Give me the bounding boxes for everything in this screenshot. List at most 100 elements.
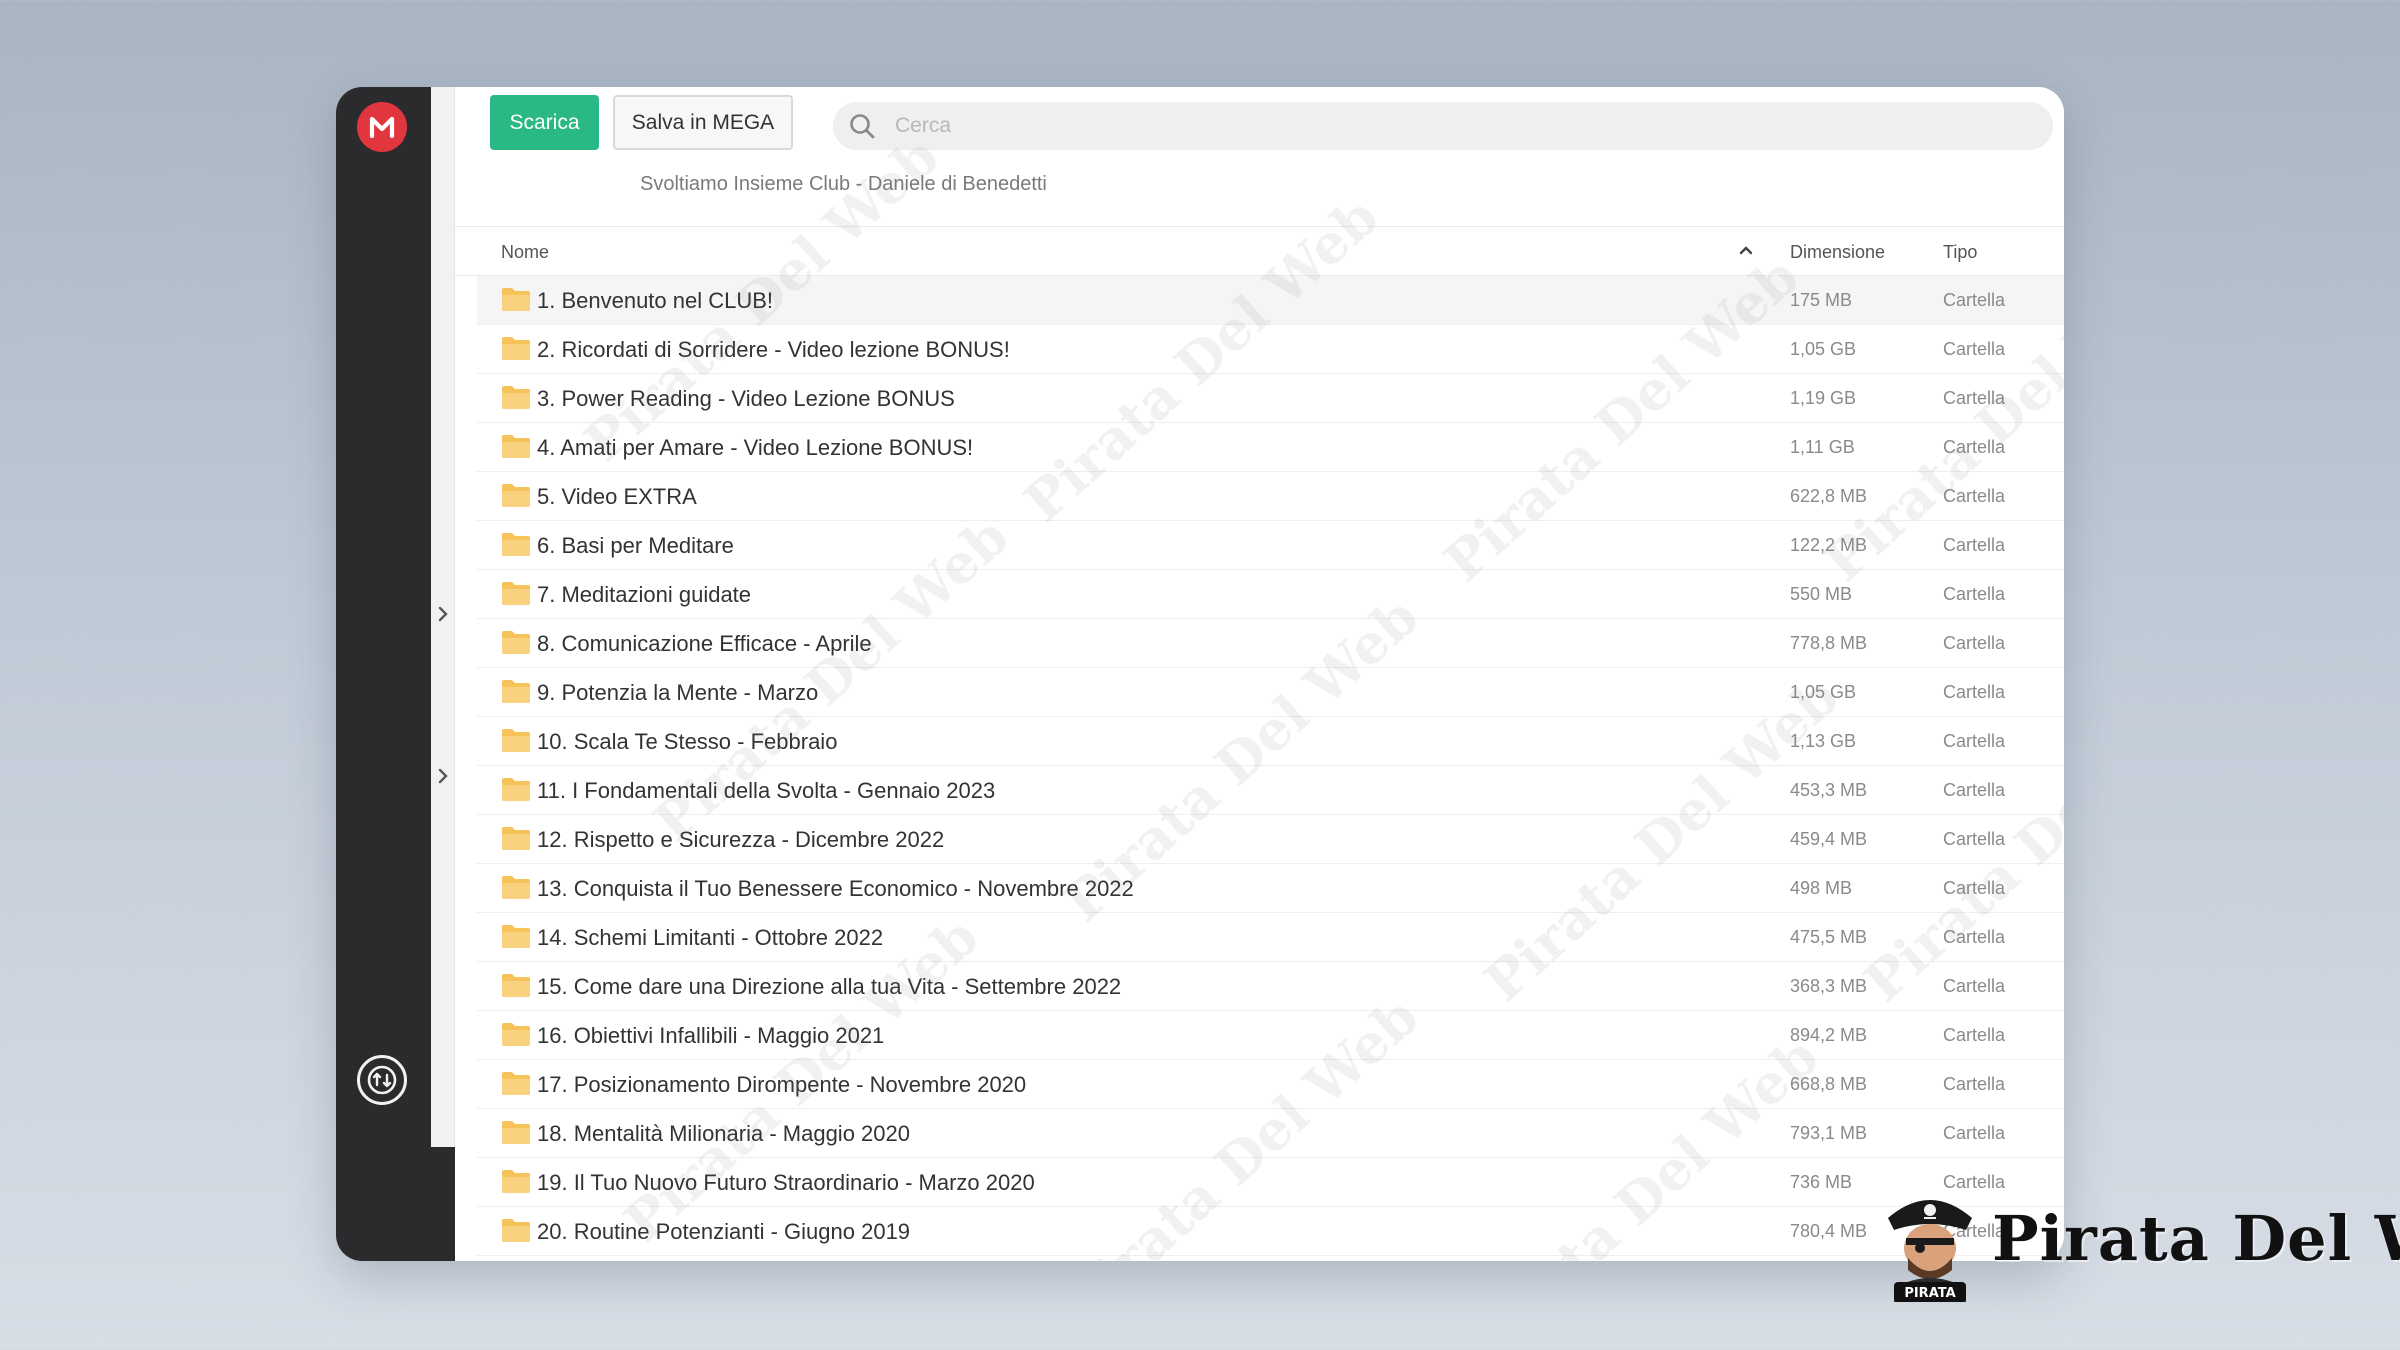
- table-row[interactable]: 15. Come dare una Direzione alla tua Vit…: [477, 962, 2064, 1011]
- row-type: Cartella: [1943, 976, 2006, 996]
- folder-icon: [502, 680, 530, 703]
- table-row[interactable]: 14. Schemi Limitanti - Ottobre 2022 475,5…: [477, 913, 2064, 962]
- search-bar[interactable]: [833, 102, 2053, 150]
- row-size: 475,5 MB: [1790, 927, 1868, 947]
- chevron-right-icon[interactable]: [433, 604, 453, 624]
- breadcrumb[interactable]: Svoltiamo Insieme Club - Daniele di Bene…: [640, 173, 1047, 196]
- table-row[interactable]: 7. Meditazioni guidate 550 MB Cartella: [477, 570, 2064, 619]
- folder-icon: [502, 631, 530, 654]
- mega-logo-icon[interactable]: [357, 102, 407, 152]
- download-button[interactable]: Scarica: [490, 95, 599, 150]
- table-row[interactable]: 13. Conquista il Tuo Benessere Economico…: [477, 864, 2064, 913]
- column-header-size[interactable]: Dimensione: [1790, 242, 1885, 263]
- row-size: 894,2 MB: [1790, 1025, 1868, 1045]
- table-row[interactable]: 9. Potenzia la Mente - Marzo 1,05 GB Carte…: [477, 668, 2064, 717]
- row-name: 17. Posizionamento Dirompente - Novembre…: [537, 1072, 1027, 1097]
- table-row[interactable]: 4. Amati per Amare - Video Lezione BONUS…: [477, 423, 2064, 472]
- table-row[interactable]: 12. Rispetto e Sicurezza - Dicembre 2022…: [477, 815, 2064, 864]
- chevron-right-icon[interactable]: [433, 766, 453, 786]
- row-size: 622,8 MB: [1790, 486, 1868, 506]
- file-list: 1. Benvenuto nel CLUB! 175 MB Cartella 2. …: [455, 276, 2064, 1256]
- search-icon: [847, 111, 877, 141]
- row-name: 10. Scala Te Stesso - Febbraio: [537, 729, 838, 754]
- folder-icon: [502, 1219, 530, 1242]
- folder-icon: [502, 876, 530, 899]
- save-to-mega-button[interactable]: Salva in MEGA: [613, 95, 793, 150]
- transfer-manager-icon[interactable]: [357, 1055, 407, 1105]
- table-row[interactable]: 3. Power Reading - Video Lezione BONUS 1,…: [477, 374, 2064, 423]
- row-size: 122,2 MB: [1790, 535, 1868, 555]
- row-type: Cartella: [1943, 535, 2006, 555]
- folder-icon: [502, 1023, 530, 1046]
- row-name: 16. Obiettivi Infallibili - Maggio 2021: [537, 1023, 885, 1048]
- main-panel: Scarica Salva in MEGA Svoltiamo Insieme …: [455, 87, 2064, 1261]
- row-name: 8. Comunicazione Efficace - Aprile: [537, 631, 872, 656]
- row-name: 4. Amati per Amare - Video Lezione BONUS…: [537, 435, 974, 460]
- row-type: Cartella: [1943, 927, 2006, 947]
- table-row[interactable]: 16. Obiettivi Infallibili - Maggio 2021 8…: [477, 1011, 2064, 1060]
- folder-icon: [502, 925, 530, 948]
- row-name: 9. Potenzia la Mente - Marzo: [537, 680, 819, 705]
- side-strip-bottom: [431, 1147, 455, 1261]
- table-header: Nome Dimensione Tipo: [455, 226, 2064, 276]
- table-row[interactable]: 8. Comunicazione Efficace - Aprile 778,8 …: [477, 619, 2064, 668]
- row-size: 736 MB: [1790, 1172, 1853, 1192]
- sidebar: [336, 87, 431, 1261]
- row-name: 13. Conquista il Tuo Benessere Economico…: [537, 876, 1134, 901]
- row-size: 1,19 GB: [1790, 388, 1857, 408]
- row-size: 1,13 GB: [1790, 731, 1857, 751]
- folder-icon: [502, 827, 530, 850]
- table-row[interactable]: 1. Benvenuto nel CLUB! 175 MB Cartella: [477, 276, 2064, 325]
- row-type: Cartella: [1943, 437, 2006, 457]
- row-name: 11. I Fondamentali della Svolta - Gennai…: [537, 778, 996, 803]
- row-type: Cartella: [1943, 1074, 2006, 1094]
- row-size: 1,05 GB: [1790, 682, 1857, 702]
- column-header-name[interactable]: Nome: [501, 242, 549, 263]
- row-type: Cartella: [1943, 388, 2006, 408]
- row-name: 7. Meditazioni guidate: [537, 582, 752, 607]
- row-size: 453,3 MB: [1790, 780, 1868, 800]
- table-row[interactable]: 2. Ricordati di Sorridere - Video lezion…: [477, 325, 2064, 374]
- row-type: Cartella: [1943, 780, 2006, 800]
- row-name: 14. Schemi Limitanti - Ottobre 2022: [537, 925, 884, 950]
- folder-icon: [502, 484, 530, 507]
- row-type: Cartella: [1943, 731, 2006, 751]
- row-type: Cartella: [1943, 682, 2006, 702]
- chevron-up-icon[interactable]: [1736, 240, 1756, 260]
- row-size: 778,8 MB: [1790, 633, 1868, 653]
- row-size: 175 MB: [1790, 290, 1853, 310]
- mascot-label: PIRATA: [1904, 1286, 1955, 1301]
- row-name: 5. Video EXTRA: [537, 484, 697, 509]
- row-type: Cartella: [1943, 633, 2006, 653]
- row-name: 15. Come dare una Direzione alla tua Vit…: [537, 974, 1122, 999]
- folder-icon: [502, 386, 530, 409]
- table-row[interactable]: 5. Video EXTRA 622,8 MB Cartella: [477, 472, 2064, 521]
- table-row[interactable]: 11. I Fondamentali della Svolta - Gennai…: [477, 766, 2064, 815]
- table-row[interactable]: 19. Il Tuo Nuovo Futuro Straordinario - …: [477, 1158, 2064, 1207]
- column-header-type[interactable]: Tipo: [1943, 242, 1977, 263]
- row-size: 668,8 MB: [1790, 1074, 1868, 1094]
- row-size: 459,4 MB: [1790, 829, 1868, 849]
- row-name: 12. Rispetto e Sicurezza - Dicembre 2022: [537, 827, 945, 852]
- row-size: 1,11 GB: [1790, 437, 1855, 457]
- row-size: 780,4 MB: [1790, 1221, 1868, 1241]
- row-name: 2. Ricordati di Sorridere - Video lezion…: [537, 337, 1010, 362]
- mega-window: Scarica Salva in MEGA Svoltiamo Insieme …: [336, 87, 2064, 1261]
- row-name: 6. Basi per Meditare: [537, 533, 734, 558]
- brand-watermark: PIRATA Pirata Del Web: [1880, 1188, 2400, 1302]
- row-type: Cartella: [1943, 1025, 2006, 1045]
- table-row[interactable]: 18. Mentalità Milionaria - Maggio 2020 79…: [477, 1109, 2064, 1158]
- table-row[interactable]: 17. Posizionamento Dirompente - Novembre…: [477, 1060, 2064, 1109]
- table-row[interactable]: 10. Scala Te Stesso - Febbraio 1,13 GB Car…: [477, 717, 2064, 766]
- search-input[interactable]: [895, 114, 1995, 138]
- folder-icon: [502, 1121, 530, 1144]
- table-row[interactable]: 6. Basi per Meditare 122,2 MB Cartella: [477, 521, 2064, 570]
- table-row[interactable]: 20. Routine Potenzianti - Giugno 2019 780…: [477, 1207, 2064, 1256]
- folder-icon: [502, 337, 530, 360]
- row-name: 3. Power Reading - Video Lezione BONUS: [537, 386, 955, 411]
- row-type: Cartella: [1943, 339, 2006, 359]
- side-strip: [431, 87, 455, 1147]
- folder-icon: [502, 435, 530, 458]
- folder-icon: [502, 533, 530, 556]
- row-name: 18. Mentalità Milionaria - Maggio 2020: [537, 1121, 910, 1146]
